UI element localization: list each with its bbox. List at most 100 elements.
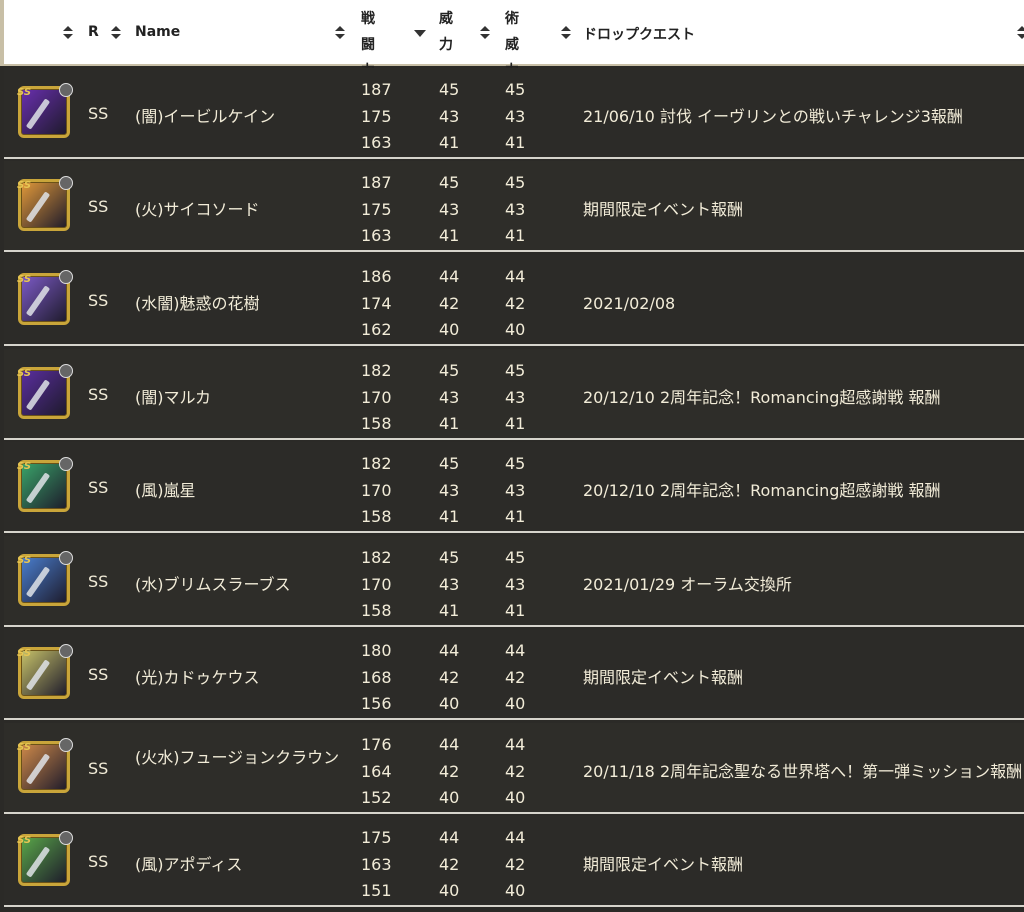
wind-weapon-icon[interactable]: SS bbox=[17, 831, 73, 886]
drop-quest: 期間限定イベント報酬 bbox=[583, 200, 744, 219]
info-dot-icon bbox=[59, 364, 73, 378]
info-dot-icon bbox=[59, 831, 73, 845]
skill-values: 45 43 41 bbox=[505, 80, 526, 152]
weapon-blade-icon bbox=[25, 191, 51, 223]
atk-values: 44 42 40 bbox=[439, 267, 460, 339]
rarity-cell: SS bbox=[88, 291, 109, 310]
ss-badge-icon: SS bbox=[17, 180, 32, 191]
wind-weapon-icon[interactable]: SS bbox=[17, 457, 73, 512]
skill-values: 45 43 41 bbox=[505, 361, 526, 433]
weapon-blade-icon bbox=[25, 285, 51, 317]
light-weapon-icon[interactable]: SS bbox=[17, 644, 73, 699]
power-values: 182 170 158 bbox=[361, 361, 392, 433]
atk-values: 44 42 40 bbox=[439, 828, 460, 900]
atk-values: 45 43 41 bbox=[439, 361, 460, 433]
weapon-name: (水)ブリムスラーブス bbox=[135, 575, 291, 594]
table-row: SS SS (風)アポディス 175 163 151 44 42 40 44 42 40 期… bbox=[4, 816, 1024, 907]
info-dot-icon bbox=[59, 551, 73, 565]
sort-atk-icon[interactable] bbox=[479, 26, 490, 40]
table-row: SS SS (火水)フュージョンクラウン 176 164 152 44 42 40 44… bbox=[4, 723, 1024, 814]
drop-quest: 2021/02/08 bbox=[583, 294, 676, 313]
fire-water-weapon-icon[interactable]: SS bbox=[17, 738, 73, 793]
rarity-cell: SS bbox=[88, 665, 109, 684]
skill-values: 45 43 41 bbox=[505, 454, 526, 526]
ss-badge-icon: SS bbox=[17, 555, 32, 566]
sort-name-icon[interactable] bbox=[334, 26, 345, 40]
water-dark-weapon-icon[interactable]: SS bbox=[17, 270, 73, 325]
weapon-table: SS SS (闇)イービルケイン 187 175 163 45 43 41 45 43 41… bbox=[4, 68, 1024, 912]
table-row: SS SS (闇)マルカ 182 170 158 45 43 41 45 43 41 20/… bbox=[4, 349, 1024, 440]
drop-quest: 期間限定イベント報酬 bbox=[583, 855, 744, 874]
weapon-blade-icon bbox=[25, 98, 51, 130]
power-values: 182 170 158 bbox=[361, 548, 392, 620]
skill-values: 45 43 41 bbox=[505, 173, 526, 245]
sort-skill-icon[interactable] bbox=[560, 26, 571, 40]
rarity-cell: SS bbox=[88, 385, 109, 404]
weapon-blade-icon bbox=[25, 379, 51, 411]
ss-badge-icon: SS bbox=[17, 368, 32, 379]
weapon-name: (風)アポディス bbox=[135, 855, 243, 874]
weapon-name: (火水)フュージョンクラウン bbox=[135, 748, 340, 767]
weapon-blade-icon bbox=[25, 846, 51, 878]
ss-badge-icon: SS bbox=[17, 835, 32, 846]
power-values: 175 163 151 bbox=[361, 828, 392, 900]
sort-icon[interactable] bbox=[62, 26, 73, 40]
ss-badge-icon: SS bbox=[17, 648, 32, 659]
weapon-blade-icon bbox=[25, 472, 51, 504]
table-row: SS SS (水闇)魅惑の花樹 186 174 162 44 42 40 44 42 40 … bbox=[4, 255, 1024, 346]
atk-values: 45 43 41 bbox=[439, 454, 460, 526]
power-values: 176 164 152 bbox=[361, 735, 392, 807]
rarity-cell: SS bbox=[88, 197, 109, 216]
sort-quest-icon[interactable] bbox=[1016, 26, 1024, 40]
table-row: SS SS (光)カドゥケウス 180 168 156 44 42 40 44 42 40 … bbox=[4, 629, 1024, 720]
drop-quest: 20/12/10 2周年記念！Romancing超感謝戦 報酬 bbox=[583, 388, 941, 407]
info-dot-icon bbox=[59, 644, 73, 658]
info-dot-icon bbox=[59, 176, 73, 190]
table-row: SS SS (火)サイコソード 187 175 163 45 43 41 45 43 41 … bbox=[4, 161, 1024, 252]
sort-power-desc-icon[interactable] bbox=[414, 30, 426, 37]
rarity-cell: SS bbox=[88, 478, 109, 497]
atk-values: 45 43 41 bbox=[439, 173, 460, 245]
rarity-cell: SS bbox=[88, 104, 109, 123]
drop-quest: 2021/01/29 オーラム交換所 bbox=[583, 575, 792, 594]
table-header: R Name 戦闘 力 威 力 術威 力 ドロップクエスト bbox=[0, 0, 1024, 79]
weapon-name: (火)サイコソード bbox=[135, 200, 260, 219]
info-dot-icon bbox=[59, 83, 73, 97]
weapon-blade-icon bbox=[25, 566, 51, 598]
sort-rarity-icon[interactable] bbox=[110, 26, 121, 40]
drop-quest: 20/11/18 2周年記念聖なる世界塔へ！第一弾ミッション報酬 bbox=[583, 762, 1023, 781]
table-row: SS SS (風)嵐星 182 170 158 45 43 41 45 43 41 20/1… bbox=[4, 442, 1024, 533]
atk-values: 44 42 40 bbox=[439, 641, 460, 713]
ss-badge-icon: SS bbox=[17, 87, 32, 98]
weapon-name: (闇)イービルケイン bbox=[135, 107, 276, 126]
skill-values: 45 43 41 bbox=[505, 548, 526, 620]
fire-weapon-icon[interactable]: SS bbox=[17, 176, 73, 231]
power-values: 182 170 158 bbox=[361, 454, 392, 526]
power-values: 186 174 162 bbox=[361, 267, 392, 339]
weapon-name: (風)嵐星 bbox=[135, 481, 196, 500]
power-values: 180 168 156 bbox=[361, 641, 392, 713]
info-dot-icon bbox=[59, 738, 73, 752]
weapon-name: (光)カドゥケウス bbox=[135, 668, 260, 687]
rarity-cell: SS bbox=[88, 572, 109, 591]
skill-values: 44 42 40 bbox=[505, 641, 526, 713]
drop-quest: 期間限定イベント報酬 bbox=[583, 668, 744, 687]
skill-values: 44 42 40 bbox=[505, 267, 526, 339]
skill-values: 44 42 40 bbox=[505, 735, 526, 807]
power-values: 187 175 163 bbox=[361, 173, 392, 245]
dark-weapon-icon[interactable]: SS bbox=[17, 83, 73, 138]
weapon-name: (水闇)魅惑の花樹 bbox=[135, 294, 260, 313]
weapon-blade-icon bbox=[25, 659, 51, 691]
atk-values: 45 43 41 bbox=[439, 548, 460, 620]
atk-values: 44 42 40 bbox=[439, 735, 460, 807]
ss-badge-icon: SS bbox=[17, 461, 32, 472]
table-row: SS SS (水)ブリムスラーブス 182 170 158 45 43 41 45 43 4… bbox=[4, 536, 1024, 627]
ss-badge-icon: SS bbox=[17, 742, 32, 753]
weapon-name: (闇)マルカ bbox=[135, 388, 212, 407]
dark-weapon-icon[interactable]: SS bbox=[17, 364, 73, 419]
water-weapon-icon[interactable]: SS bbox=[17, 551, 73, 606]
ss-badge-icon: SS bbox=[17, 274, 32, 285]
rarity-cell: SS bbox=[88, 852, 109, 871]
drop-quest: 21/06/10 討伐 イーヴリンとの戦いチャレンジ3報酬 bbox=[583, 107, 963, 126]
rarity-cell: SS bbox=[88, 759, 109, 778]
